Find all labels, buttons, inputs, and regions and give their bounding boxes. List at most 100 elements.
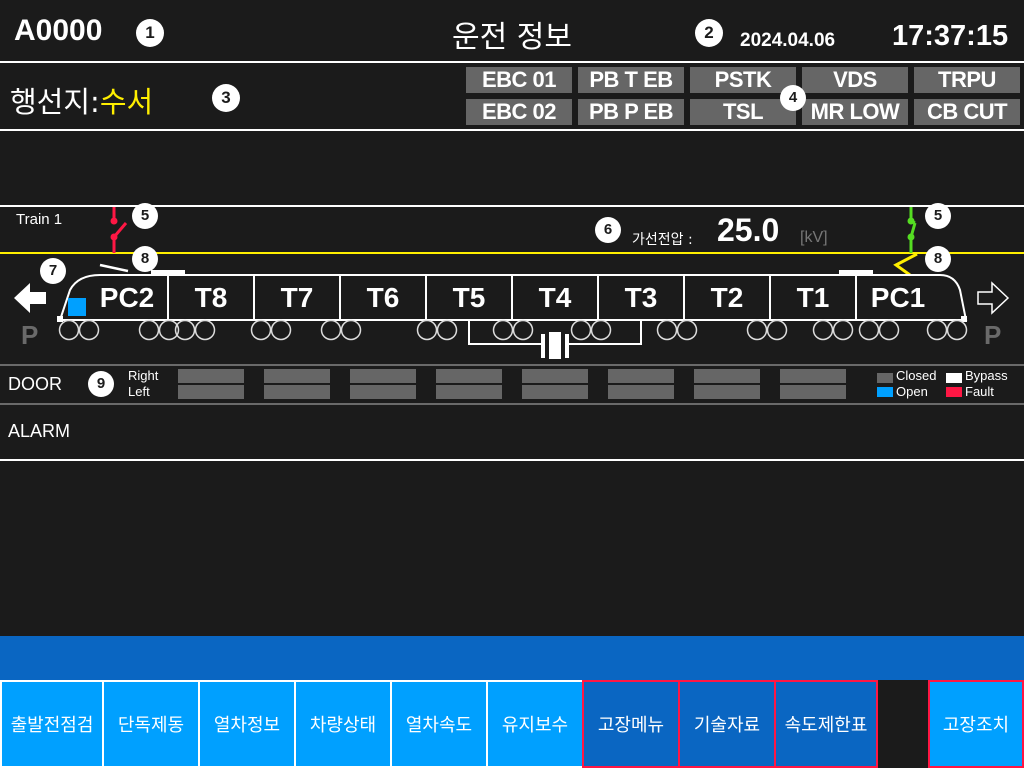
wheel — [832, 319, 854, 341]
menu-train-speed[interactable]: 열차속도 — [390, 680, 488, 768]
indicator-cb-cut: CB CUT — [914, 99, 1020, 125]
right-pantograph-icon — [893, 252, 918, 277]
callout-9: 9 — [88, 371, 114, 397]
door-left-status — [350, 385, 416, 399]
callout-4: 4 — [780, 85, 806, 111]
indicator-pb-t-eb: PB T EB — [578, 67, 684, 93]
menu-technical-data[interactable]: 기술자료 — [678, 680, 776, 768]
wheel — [676, 319, 698, 341]
legend-closed-label: Closed — [896, 368, 937, 383]
direction-arrow-left-icon — [14, 283, 46, 313]
wheel — [878, 319, 900, 341]
door-label: DOOR — [8, 374, 62, 394]
callout-2: 2 — [695, 19, 723, 47]
door-left-label: Left — [128, 384, 150, 399]
destination-label: 행선지: — [10, 85, 100, 119]
direction-arrow-right-icon — [977, 281, 1010, 315]
menu-vehicle-status[interactable]: 차량상태 — [294, 680, 392, 768]
indicator-ebc02: EBC 02 — [466, 99, 572, 125]
car-t4[interactable]: T4 — [512, 282, 598, 314]
door-right-status — [780, 369, 846, 383]
door-right-status — [522, 369, 588, 383]
door-left-status — [178, 385, 244, 399]
legend-open-swatch — [877, 387, 893, 397]
wheel — [858, 319, 880, 341]
car-t1[interactable]: T1 — [770, 282, 856, 314]
door-left-status — [522, 385, 588, 399]
door-open-indicator — [68, 298, 86, 316]
door-bottom-divider — [0, 403, 1024, 405]
alarm-divider — [0, 459, 1024, 461]
door-right-status — [350, 369, 416, 383]
wheels — [58, 319, 968, 341]
wheel — [436, 319, 458, 341]
door-left-status — [780, 385, 846, 399]
car-pc1[interactable]: PC1 — [856, 282, 940, 314]
wheel — [570, 319, 592, 341]
wheel — [812, 319, 834, 341]
wheel — [416, 319, 438, 341]
indicator-ebc01: EBC 01 — [466, 67, 572, 93]
legend-open-label: Open — [896, 384, 928, 399]
menu-fault-action[interactable]: 고장조치 — [928, 680, 1024, 768]
wheel — [766, 319, 788, 341]
indicator-pstk: PSTK — [690, 67, 796, 93]
callout-6: 6 — [595, 217, 621, 243]
indicator-divider — [0, 129, 1024, 131]
door-left-status — [264, 385, 330, 399]
menu-maintenance[interactable]: 유지보수 — [486, 680, 584, 768]
wheel — [512, 319, 534, 341]
door-right-status — [694, 369, 760, 383]
door-left-status — [694, 385, 760, 399]
wheel — [250, 319, 272, 341]
left-breaker-icon — [110, 207, 128, 253]
status-band — [0, 636, 1024, 680]
car-pc2[interactable]: PC2 — [88, 282, 166, 314]
car-t6[interactable]: T6 — [340, 282, 426, 314]
wheel — [320, 319, 342, 341]
door-right-status — [264, 369, 330, 383]
alarm-label: ALARM — [8, 421, 71, 441]
menu-train-info[interactable]: 열차정보 — [198, 680, 296, 768]
menu-speed-limit-table[interactable]: 속도제한표 — [774, 680, 878, 768]
car-t3[interactable]: T3 — [598, 282, 684, 314]
destination-value: 수서 — [99, 85, 154, 119]
wheel — [194, 319, 216, 341]
car-t8[interactable]: T8 — [168, 282, 254, 314]
coupler-icon — [541, 334, 545, 358]
menu-fault-menu[interactable]: 고장메뉴 — [582, 680, 680, 768]
legend-fault-swatch — [946, 387, 962, 397]
header-divider — [0, 61, 1024, 63]
wheel — [340, 319, 362, 341]
legend-bypass-swatch — [946, 373, 962, 383]
door-right-status — [178, 369, 244, 383]
date-display: 2024.04.06 — [740, 30, 836, 51]
door-left-status — [436, 385, 502, 399]
right-breaker-icon — [907, 207, 917, 253]
legend-bypass-label: Bypass — [965, 368, 1008, 383]
left-pantograph-icon — [99, 263, 129, 273]
wheel — [926, 319, 948, 341]
door-right-status — [436, 369, 502, 383]
car-t7[interactable]: T7 — [254, 282, 340, 314]
park-right-indicator: P — [984, 320, 1002, 350]
legend-closed-swatch — [877, 373, 893, 383]
car-t5[interactable]: T5 — [426, 282, 512, 314]
wheel — [946, 319, 968, 341]
wheel — [58, 319, 80, 341]
callout-3: 3 — [212, 84, 240, 112]
time-display: 17:37:15 — [892, 20, 1009, 52]
callout-5-left: 5 — [132, 203, 158, 229]
car-t2[interactable]: T2 — [684, 282, 770, 314]
indicator-vds: VDS — [802, 67, 908, 93]
callout-7: 7 — [40, 258, 66, 284]
destination: 행선지:수서 — [10, 79, 153, 121]
door-left-status — [608, 385, 674, 399]
wheel — [746, 319, 768, 341]
wheel — [492, 319, 514, 341]
door-right-status — [608, 369, 674, 383]
menu-pre-departure-check[interactable]: 출발전점검 — [0, 680, 104, 768]
park-left-indicator: P — [21, 320, 39, 350]
indicator-mr-low: MR LOW — [802, 99, 908, 125]
menu-independent-brake[interactable]: 단독제동 — [102, 680, 200, 768]
